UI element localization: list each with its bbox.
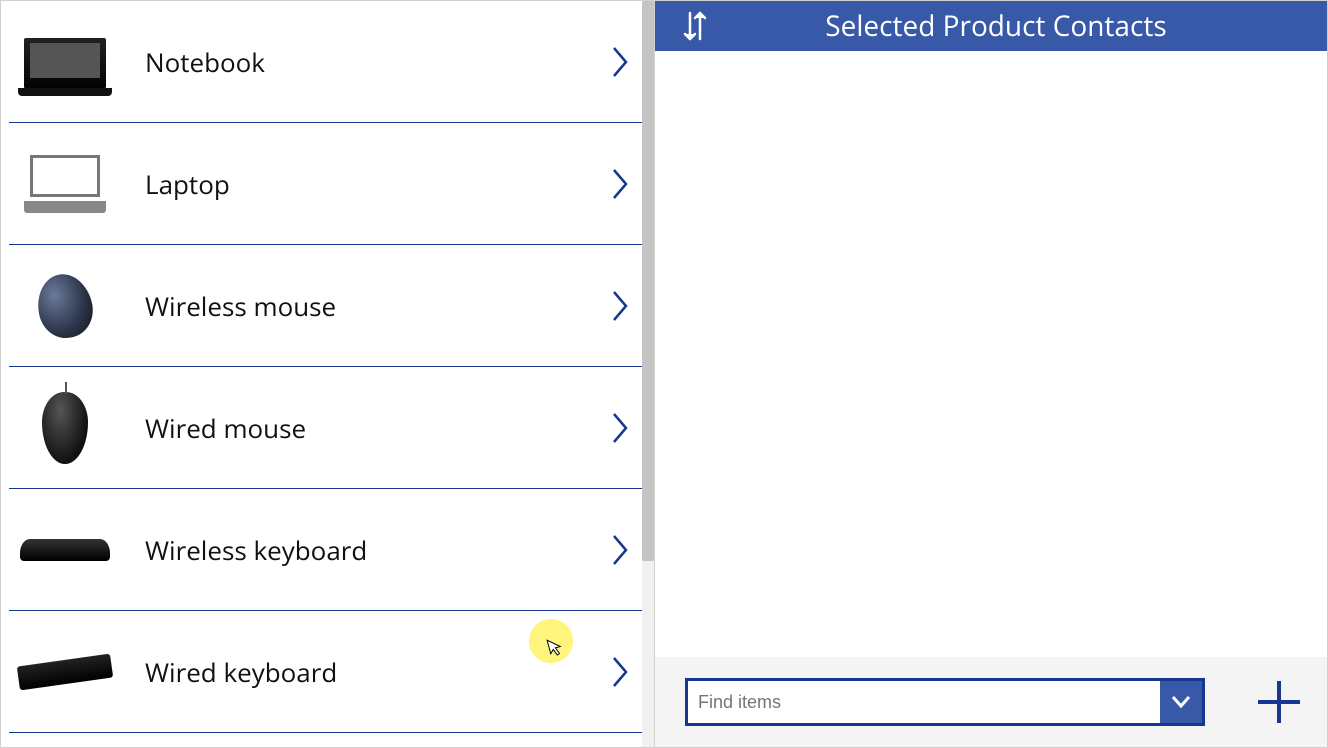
chevron-down-icon[interactable] — [1160, 681, 1202, 723]
notebook-icon — [15, 25, 115, 105]
product-list[interactable]: Notebook Laptop Wireless mouse — [9, 1, 646, 747]
product-item-wireless-mouse[interactable]: Wireless mouse — [9, 245, 646, 367]
product-label: Wired mouse — [145, 410, 600, 446]
product-label: Notebook — [145, 44, 600, 80]
find-items-combobox[interactable] — [685, 678, 1205, 726]
wired-keyboard-icon — [15, 632, 115, 712]
wireless-keyboard-icon — [15, 510, 115, 590]
scrollbar-thumb[interactable] — [642, 1, 654, 561]
chevron-right-icon — [600, 656, 640, 688]
products-panel: Notebook Laptop Wireless mouse — [0, 0, 655, 748]
product-item-wired-mouse[interactable]: Wired mouse — [9, 367, 646, 489]
product-item-wireless-keyboard[interactable]: Wireless keyboard — [9, 489, 646, 611]
contacts-bottom-bar — [655, 657, 1327, 747]
chevron-right-icon — [600, 534, 640, 566]
product-item-laptop[interactable]: Laptop — [9, 123, 646, 245]
chevron-right-icon — [600, 290, 640, 322]
chevron-right-icon — [600, 412, 640, 444]
laptop-icon — [15, 144, 115, 224]
scrollbar[interactable] — [642, 1, 654, 747]
contacts-header: Selected Product Contacts — [655, 1, 1327, 51]
product-label: Laptop — [145, 166, 600, 202]
contacts-body — [655, 51, 1327, 657]
product-label: Wired keyboard — [145, 654, 600, 690]
find-items-input[interactable] — [688, 681, 1160, 723]
contacts-panel: Selected Product Contacts — [655, 0, 1328, 748]
wired-mouse-icon — [15, 388, 115, 468]
product-label: Wireless keyboard — [145, 532, 600, 568]
product-item-wired-keyboard[interactable]: Wired keyboard — [9, 611, 646, 733]
chevron-right-icon — [600, 46, 640, 78]
product-item-notebook[interactable]: Notebook — [9, 1, 646, 123]
app-root: Notebook Laptop Wireless mouse — [0, 0, 1328, 748]
contacts-title: Selected Product Contacts — [715, 7, 1327, 45]
add-button[interactable] — [1251, 674, 1307, 730]
sort-icon[interactable] — [675, 6, 715, 46]
chevron-right-icon — [600, 168, 640, 200]
wireless-mouse-icon — [15, 266, 115, 346]
product-label: Wireless mouse — [145, 288, 600, 324]
